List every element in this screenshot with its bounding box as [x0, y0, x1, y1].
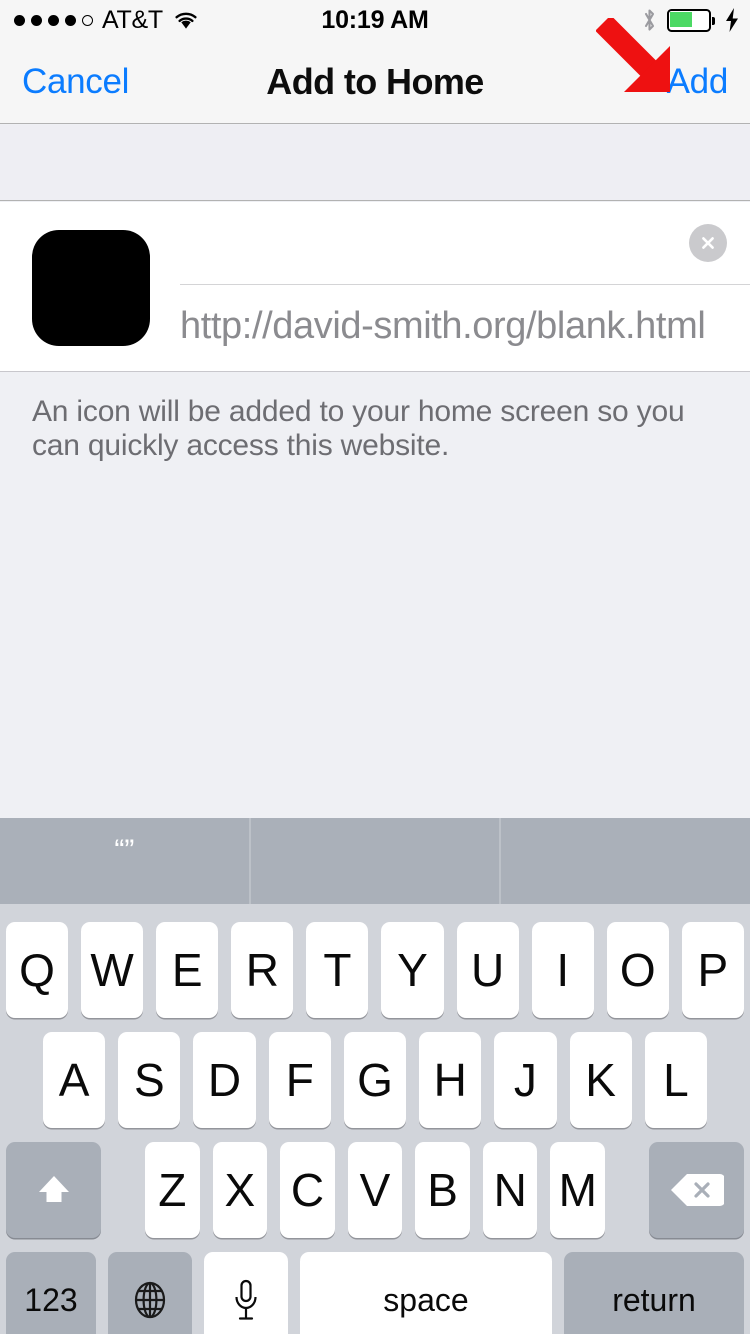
key-b[interactable]: B [415, 1142, 470, 1238]
prediction-candidate-1-label: “” [114, 834, 135, 867]
field-stack: http://david-smith.org/blank.html [180, 202, 750, 372]
microphone-key[interactable] [204, 1252, 288, 1334]
globe-key[interactable] [108, 1252, 192, 1334]
keyboard-row-3: Z X C V B N M [0, 1142, 750, 1238]
key-g[interactable]: G [343, 1032, 407, 1128]
keyboard-row-2: A S D F G H J K L [0, 1032, 750, 1128]
microphone-icon [235, 1279, 257, 1320]
site-thumbnail-icon [32, 230, 150, 346]
status-bar-right [641, 0, 740, 40]
title-input[interactable] [180, 210, 750, 285]
globe-icon [134, 1281, 166, 1319]
shift-key[interactable] [6, 1142, 101, 1238]
delete-key[interactable] [649, 1142, 745, 1238]
battery-icon [667, 8, 715, 32]
keyboard-row-1: Q W E R T Y U I O P [0, 922, 750, 1018]
return-key[interactable]: return [564, 1252, 744, 1334]
add-to-home-form-cell: http://david-smith.org/blank.html [0, 202, 750, 372]
page-title: Add to Home [266, 61, 484, 102]
key-r[interactable]: R [231, 922, 294, 1018]
prediction-candidate-1[interactable]: “” [0, 818, 249, 904]
key-s[interactable]: S [118, 1032, 181, 1128]
clear-circle-icon[interactable] [689, 224, 727, 262]
iphone-screen: AT&T 10:19 AM Cancel Add to Home Add htt… [0, 0, 750, 1334]
key-k[interactable]: K [569, 1032, 632, 1128]
battery-nub [711, 16, 715, 25]
on-screen-keyboard: “” Q W E R T Y U I O P A S D F G H J K L… [0, 818, 750, 1334]
lightning-bolt-icon [724, 7, 740, 33]
key-u[interactable]: U [456, 922, 519, 1018]
key-y[interactable]: Y [381, 922, 444, 1018]
prediction-candidate-2[interactable] [248, 818, 500, 904]
key-h[interactable]: H [419, 1032, 482, 1128]
key-o[interactable]: O [606, 922, 669, 1018]
key-d[interactable]: D [193, 1032, 256, 1128]
keyboard-keys-area: Q W E R T Y U I O P A S D F G H J K L Z … [0, 904, 750, 1334]
key-v[interactable]: V [347, 1142, 403, 1238]
key-a[interactable]: A [43, 1032, 106, 1128]
key-m[interactable]: M [550, 1142, 606, 1238]
key-e[interactable]: E [156, 922, 219, 1018]
predictive-text-bar: “” [0, 818, 750, 904]
shift-arrow-icon [38, 1176, 69, 1202]
status-bar-clock: 10:19 AM [321, 5, 429, 34]
key-n[interactable]: N [482, 1142, 538, 1238]
add-button[interactable]: Add [667, 40, 729, 124]
key-z[interactable]: Z [145, 1142, 200, 1238]
key-c[interactable]: C [280, 1142, 335, 1238]
key-l[interactable]: L [644, 1032, 707, 1128]
key-j[interactable]: J [494, 1032, 557, 1128]
numbers-key[interactable]: 123 [6, 1252, 96, 1334]
prediction-candidate-3[interactable] [499, 818, 750, 904]
key-f[interactable]: F [268, 1032, 331, 1128]
row3-left-spacer [114, 1142, 132, 1238]
navigation-bar: Cancel Add to Home Add [0, 40, 750, 124]
battery-fill [670, 11, 692, 27]
key-q[interactable]: Q [6, 922, 69, 1018]
footer-note: An icon will be added to your home scree… [32, 395, 685, 463]
space-key[interactable]: space [300, 1252, 552, 1334]
bluetooth-icon [641, 7, 658, 33]
section-gap-band [0, 125, 750, 201]
key-x[interactable]: X [212, 1142, 268, 1238]
url-input[interactable]: http://david-smith.org/blank.html [180, 286, 750, 366]
row3-right-spacer [618, 1142, 636, 1238]
key-p[interactable]: P [681, 922, 744, 1018]
keyboard-row-4: 123 space return [0, 1252, 750, 1334]
key-t[interactable]: T [306, 922, 369, 1018]
key-i[interactable]: I [531, 922, 594, 1018]
status-bar: AT&T 10:19 AM [0, 0, 750, 40]
backspace-delete-icon [670, 1174, 724, 1206]
key-w[interactable]: W [81, 922, 144, 1018]
